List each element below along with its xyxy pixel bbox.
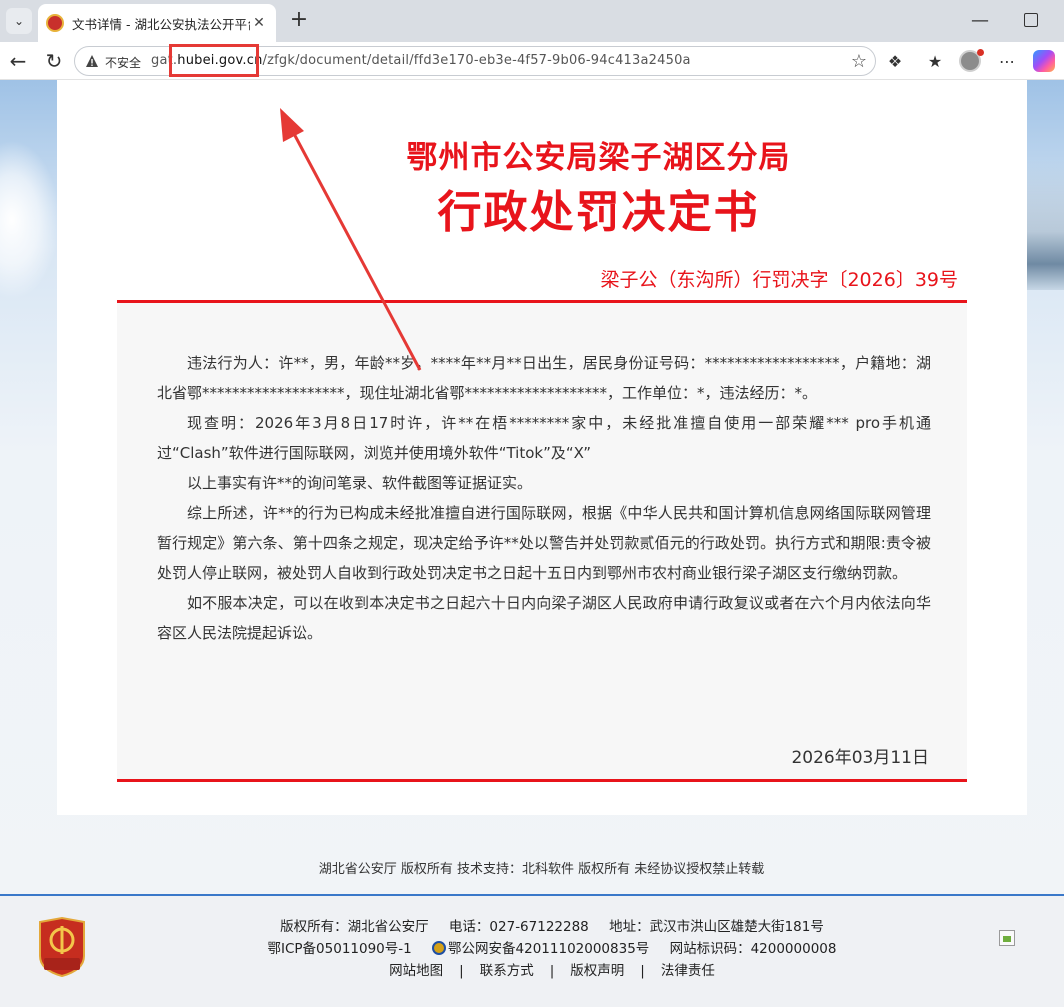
footer-link-sitemap[interactable]: 网站地图 — [389, 963, 443, 979]
close-icon[interactable]: ✕ — [250, 14, 268, 32]
paragraph-evidence: 以上事实有许**的询问笔录、软件截图等证据证实。 — [187, 474, 533, 492]
footer-phone: 电话：027-67122288 — [448, 919, 589, 935]
star-icon[interactable]: ☆ — [851, 51, 867, 72]
url-text[interactable]: gat.hubei.gov.cn/zfgk/document/detail/ff… — [151, 53, 691, 68]
copilot-icon[interactable] — [1033, 50, 1055, 72]
footer-links: 网站地图 | 联系方式 | 版权声明 | 法律责任 — [0, 960, 1064, 982]
footer-separator: | — [640, 963, 645, 979]
footer-separator: | — [459, 963, 464, 979]
red-divider-bottom — [117, 779, 967, 782]
paragraph-appeal: 如不服本决定，可以在收到本决定书之日起六十日内向梁子湖区人民政府申请行政复议或者… — [157, 594, 931, 642]
document-date: 2026年03月11日 — [791, 748, 929, 768]
footer-address: 地址：武汉市洪山区雄楚大街181号 — [609, 919, 824, 935]
extensions-icon[interactable]: ❖ — [884, 51, 906, 73]
plus-icon[interactable]: + — [287, 9, 311, 33]
document-number: 梁子公（东沟所）行罚决字〔2026〕39号 — [600, 269, 958, 291]
footer-line-2: 鄂ICP备05011090号-1 鄂公网安备42011102000835号 网站… — [0, 938, 1064, 960]
footer-copyright: 版权所有：湖北省公安厅 — [280, 919, 429, 935]
reload-icon[interactable]: ↻ — [42, 49, 66, 73]
tab-list-button[interactable]: ⌄ — [6, 8, 32, 34]
agency-title: 鄂州市公安局梁子湖区分局 — [406, 140, 791, 176]
footer-line-1: 版权所有：湖北省公安厅 电话：027-67122288 地址：武汉市洪山区雄楚大… — [0, 916, 1064, 938]
document-card: 鄂州市公安局梁子湖区分局 行政处罚决定书 梁子公（东沟所）行罚决字〔2026〕3… — [57, 80, 1027, 815]
paragraph-decision: 综上所述，许**的行为已构成未经批准擅自进行国际联网，根据《中华人民共和国计算机… — [157, 504, 931, 582]
favorites-icon[interactable]: ★ — [924, 51, 946, 73]
favicon-icon — [46, 14, 64, 32]
footer-info: 版权所有：湖北省公安厅 电话：027-67122288 地址：武汉市洪山区雄楚大… — [0, 916, 1064, 982]
site-credit: 湖北省公安厅 版权所有 技术支持：北科软件 版权所有 未经协议授权禁止转载 — [318, 862, 765, 877]
warning-icon — [86, 55, 98, 67]
notification-dot — [977, 49, 984, 56]
url-path: /zfgk/document/detail/ffd3e170-eb3e-4f57… — [262, 53, 691, 68]
footer-link-contact[interactable]: 联系方式 — [480, 963, 534, 979]
address-bar[interactable]: 不安全 gat.hubei.gov.cn/zfgk/document/detai… — [74, 46, 876, 76]
footer-site-code: 网站标识码：4200000008 — [669, 941, 837, 957]
footer-separator: | — [549, 963, 555, 979]
browser-toolbar: ← ↻ 不安全 gat.hubei.gov.cn/zfgk/document/d… — [0, 42, 1064, 80]
document-text: 违法行为人：许**，男，年龄**岁，****年**月**日出生，居民身份证号码：… — [157, 348, 931, 648]
page-viewport: 鄂州市公安局梁子湖区分局 行政处罚决定书 梁子公（东沟所）行罚决字〔2026〕3… — [0, 80, 1064, 1007]
maximize-icon[interactable] — [1024, 13, 1038, 27]
police-badge-icon — [432, 941, 447, 955]
footer-link-legal[interactable]: 法律责任 — [661, 963, 715, 979]
footer-police-record-link[interactable]: 鄂公网安备42011102000835号 — [432, 941, 649, 957]
not-secure-label[interactable]: 不安全 — [105, 54, 141, 71]
url-host: hubei.gov.cn — [177, 53, 263, 68]
footer-icp-link[interactable]: 鄂ICP备05011090号-1 — [268, 941, 412, 957]
paragraph-offender: 违法行为人：许**，男，年龄**岁，****年**月**日出生，居民身份证号码：… — [157, 354, 931, 402]
document-title: 行政处罚决定书 — [437, 187, 760, 238]
minimize-icon[interactable]: — — [970, 10, 990, 31]
url-prefix: gat. — [151, 53, 178, 68]
background-cloud — [0, 140, 60, 300]
footer-link-copyright[interactable]: 版权声明 — [570, 963, 624, 979]
back-icon[interactable]: ← — [6, 49, 30, 73]
broken-image-icon — [999, 930, 1015, 946]
chevron-down-icon: ⌄ — [13, 14, 25, 28]
tab-strip: ⌄ 文书详情 - 湖北公安执法公开平台 ✕ + — — [0, 0, 1064, 42]
tab-title: 文书详情 - 湖北公安执法公开平台 — [72, 16, 250, 32]
footer: 版权所有：湖北省公安厅 电话：027-67122288 地址：武汉市洪山区雄楚大… — [0, 896, 1064, 1007]
paragraph-facts: 现查明：2026年3月8日17时许，许**在梧********家中，未经批准擅自… — [157, 414, 931, 462]
active-tab[interactable]: 文书详情 - 湖北公安执法公开平台 ✕ — [38, 4, 276, 42]
document-body: 违法行为人：许**，男，年龄**岁，****年**月**日出生，居民身份证号码：… — [117, 303, 967, 779]
more-icon[interactable]: ⋯ — [996, 51, 1018, 73]
